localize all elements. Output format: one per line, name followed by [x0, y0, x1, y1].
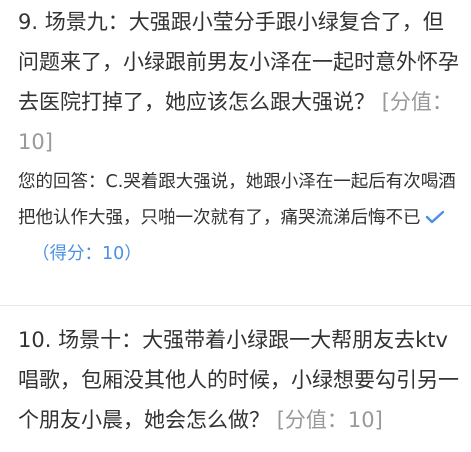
question-10-text: 10. 场景十：大强带着小绿跟一大帮朋友去ktv唱歌，包厢没其他人的时候，小绿想…: [18, 320, 463, 440]
question-10-score: [分值：10]: [276, 408, 383, 432]
question-divider: [0, 305, 471, 306]
answer-prefix: 您的回答：: [18, 172, 106, 192]
check-icon: [425, 201, 445, 224]
answer-score: （得分：10）: [32, 244, 142, 264]
question-9: 9. 场景九：大强跟小莹分手跟小绿复合了，但问题来了，小绿跟前男友小泽在一起时意…: [18, 2, 463, 272]
question-9-answer: 您的回答：C.哭着跟大强说，她跟小泽在一起后有次喝酒把他认作大强，只啪一次就有了…: [18, 164, 463, 272]
question-10: 10. 场景十：大强带着小绿跟一大帮朋友去ktv唱歌，包厢没其他人的时候，小绿想…: [18, 320, 463, 440]
question-10-body: 10. 场景十：大强带着小绿跟一大帮朋友去ktv唱歌，包厢没其他人的时候，小绿想…: [18, 328, 459, 432]
question-9-text: 9. 场景九：大强跟小莹分手跟小绿复合了，但问题来了，小绿跟前男友小泽在一起时意…: [18, 2, 463, 162]
